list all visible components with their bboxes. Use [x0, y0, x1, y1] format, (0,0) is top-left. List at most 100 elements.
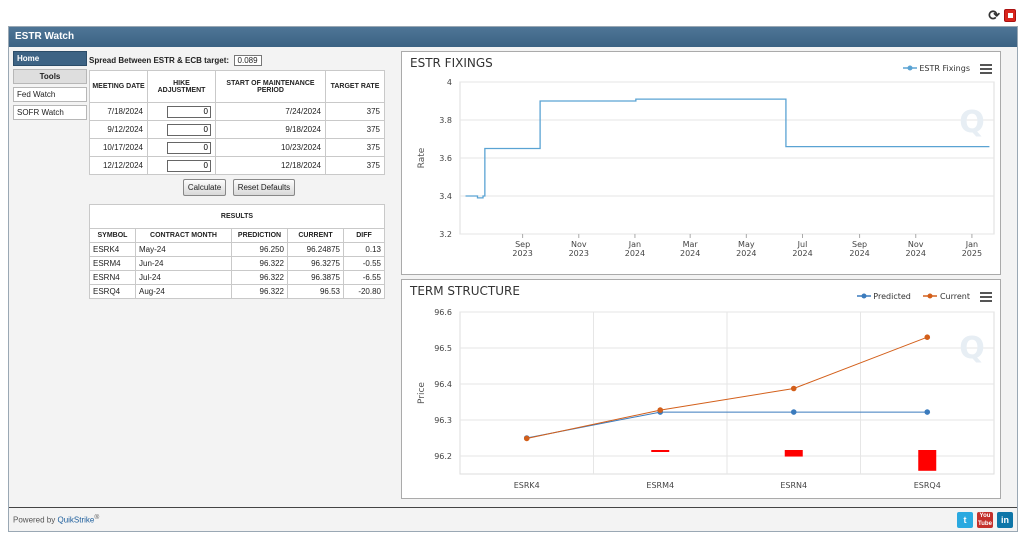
refresh-icon[interactable]: ⟳ [988, 7, 1000, 24]
y-tick-label: 3.2 [439, 230, 452, 239]
linkedin-icon[interactable]: in [997, 512, 1013, 528]
contract-month: Jun-24 [135, 256, 232, 271]
x-tick-label: Nov [908, 240, 924, 249]
y-tick-label: 96.5 [434, 344, 452, 353]
col-contract-month: CONTRACT MONTH [135, 228, 232, 243]
results-title: RESULTS [89, 204, 385, 229]
sidebar-item-fed-watch[interactable]: Fed Watch [13, 87, 87, 102]
meeting-date: 7/18/2024 [89, 102, 148, 121]
x-tick-label: ESRN4 [780, 481, 807, 490]
contract-month: Jul-24 [135, 270, 232, 285]
symbol: ESRQ4 [89, 284, 136, 299]
target-rate: 375 [325, 102, 385, 121]
x-tick-label: Sep [852, 240, 867, 249]
meeting-table: MEETING DATE HIKE ADJUSTMENT START OF MA… [89, 70, 385, 175]
maintenance-start: 9/18/2024 [215, 120, 326, 139]
hike-adjustment-input[interactable] [167, 141, 211, 154]
target-rate: 375 [325, 156, 385, 175]
x-tick-label: 2023 [569, 249, 589, 258]
reset-defaults-button[interactable]: Reset Defaults [232, 179, 296, 196]
estr-fixings-chart: 43.83.63.43.2Sep2023Nov2023Jan2024Mar202… [417, 78, 995, 258]
x-tick-label: ESRQ4 [914, 481, 941, 490]
x-tick-label: Jan [628, 240, 641, 249]
youtube-icon[interactable]: You Tube [977, 512, 993, 528]
term-structure-chart: 96.6 96.5 96.4 96.3 96.2 ESRK4 ESRM4 ESRN4 ESRQ4… [417, 308, 995, 490]
table-row: 9/12/2024 9/18/2024 375 [89, 120, 385, 139]
series-current-point [924, 334, 931, 340]
series-current-point [790, 385, 797, 392]
contract-month: May-24 [135, 242, 232, 257]
target-rate: 375 [325, 138, 385, 157]
footer: Powered by QuikStrike® t You Tube in [9, 507, 1017, 531]
current: 96.3875 [287, 270, 344, 285]
x-tick-label: Jul [797, 240, 808, 249]
spread-label: Spread Between ESTR & ECB target: [89, 56, 230, 65]
y-tick-label: 3.8 [439, 116, 452, 125]
symbol: ESRM4 [89, 256, 136, 271]
prediction: 96.322 [231, 270, 288, 285]
meeting-date: 12/12/2024 [89, 156, 148, 175]
table-row: 10/17/2024 10/23/2024 375 [89, 138, 385, 157]
hike-cell [147, 102, 216, 121]
sidebar-item-sofr-watch[interactable]: SOFR Watch [13, 105, 87, 120]
x-tick-label: ESRK4 [514, 481, 540, 490]
powered-by-text: Powered by QuikStrike® [13, 514, 100, 525]
meeting-date: 9/12/2024 [89, 120, 148, 139]
diff: -20.80 [343, 284, 385, 299]
col-start-maintenance: START OF MAINTENANCE PERIOD [215, 70, 326, 103]
current: 96.3275 [287, 256, 344, 271]
y-tick-label: 96.6 [434, 308, 452, 317]
app-window: ESTR Watch Home Tools Fed Watch SOFR Wat… [8, 26, 1018, 532]
symbol: ESRK4 [89, 242, 136, 257]
y-tick-label: 96.2 [434, 452, 452, 461]
sidebar-group-tools[interactable]: Tools [13, 69, 87, 84]
calculate-button[interactable]: Calculate [182, 179, 227, 196]
maintenance-start: 12/18/2024 [215, 156, 326, 175]
diff: -6.55 [343, 270, 385, 285]
hike-adjustment-input[interactable] [167, 123, 211, 136]
col-hike-adjustment: HIKE ADJUSTMENT [147, 70, 216, 103]
twitter-icon[interactable]: t [957, 512, 973, 528]
calculator-section: Spread Between ESTR & ECB target: 0.089 … [89, 55, 389, 299]
prediction: 96.322 [231, 284, 288, 299]
pdf-icon[interactable] [1004, 9, 1016, 22]
diff: 0.13 [343, 242, 385, 257]
quikstrike-link[interactable]: QuikStrike [57, 516, 94, 525]
term-structure-panel: TERM STRUCTURE Predicted Current 96.6 96.… [401, 279, 1001, 499]
x-tick-label: 2024 [625, 249, 645, 258]
x-tick-label: Nov [571, 240, 587, 249]
series-predicted-point [790, 409, 797, 415]
table-row: ESRQ4 Aug-24 96.322 96.53 -20.80 [89, 284, 385, 299]
current: 96.24875 [287, 242, 344, 257]
spread-value: 0.089 [233, 55, 262, 66]
results-table: RESULTS SYMBOL CONTRACT MONTH PREDICTION… [89, 204, 385, 299]
table-row: ESRK4 May-24 96.250 96.24875 0.13 [89, 242, 385, 257]
diff-bar [918, 450, 937, 471]
series-current-point [657, 407, 664, 413]
current: 96.53 [287, 284, 344, 299]
hike-adjustment-input[interactable] [167, 159, 211, 172]
series-predicted-point [924, 409, 931, 415]
x-tick-label: 2024 [906, 249, 926, 258]
prediction: 96.322 [231, 256, 288, 271]
app-title: ESTR Watch [9, 27, 1017, 47]
diff-bar [651, 450, 670, 452]
col-diff: DIFF [343, 228, 385, 243]
table-row: ESRN4 Jul-24 96.322 96.3875 -6.55 [89, 270, 385, 285]
sidebar-item-home[interactable]: Home [13, 51, 87, 66]
y-tick-label: 3.6 [439, 154, 452, 163]
contract-month: Aug-24 [135, 284, 232, 299]
x-tick-label: Sep [515, 240, 530, 249]
y-axis-label: Price [417, 382, 427, 404]
button-row: Calculate Reset Defaults [89, 179, 389, 201]
y-tick-label: 4 [447, 78, 452, 87]
y-tick-label: 96.3 [434, 416, 452, 425]
y-tick-label: 3.4 [439, 192, 452, 201]
x-tick-label: 2024 [736, 249, 756, 258]
target-rate: 375 [325, 120, 385, 139]
hike-cell [147, 138, 216, 157]
hike-adjustment-input[interactable] [167, 105, 211, 118]
x-tick-label: Jan [965, 240, 978, 249]
x-tick-label: Mar [683, 240, 699, 249]
table-row: 12/12/2024 12/18/2024 375 [89, 156, 385, 175]
